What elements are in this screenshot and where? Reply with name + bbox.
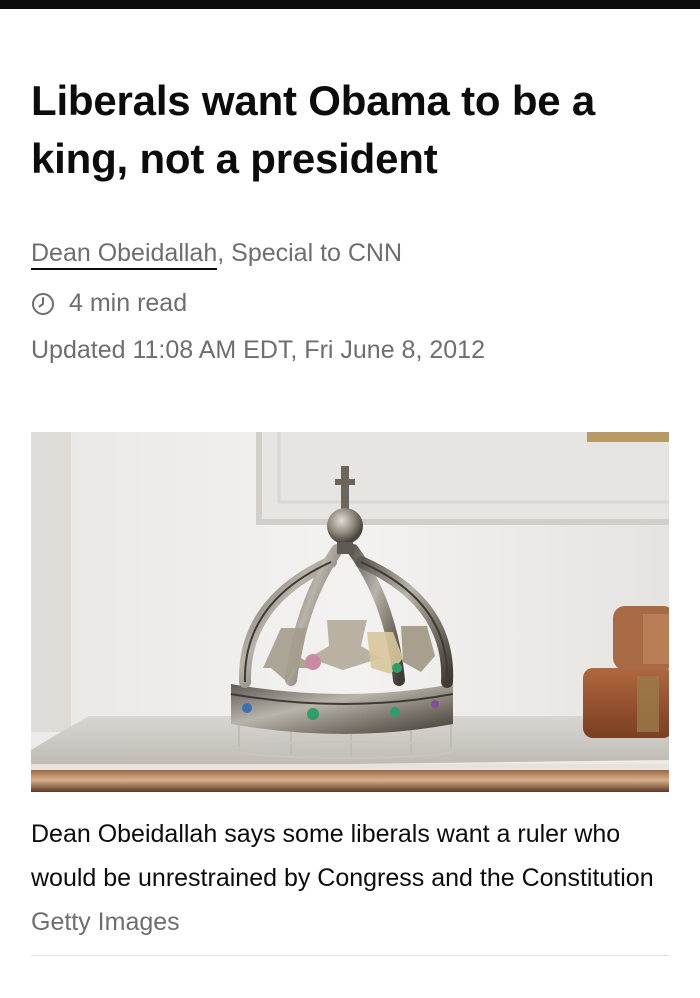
- read-time-label: 4 min read: [69, 289, 188, 317]
- photo-credit: Getty Images: [31, 908, 180, 936]
- divider: [31, 955, 669, 956]
- author-link[interactable]: Dean Obeidallah: [31, 239, 218, 270]
- top-bar: [0, 0, 700, 9]
- article-photo[interactable]: [31, 432, 669, 792]
- byline: Dean Obeidallah, Special to CNN: [31, 236, 402, 270]
- caption-text: Dean Obeidallah says some liberals want …: [31, 820, 654, 892]
- article-headline: Liberals want Obama to be a king, not a …: [31, 77, 596, 182]
- updated-timestamp: Updated 11:08 AM EDT, Fri June 8, 2012: [31, 336, 485, 364]
- crown-photo: [31, 432, 669, 792]
- read-time: 4 min read: [31, 286, 187, 320]
- clock-icon: [31, 291, 55, 315]
- photo-caption: Dean Obeidallah says some liberals want …: [31, 812, 671, 944]
- byline-suffix: , Special to CNN: [217, 239, 403, 267]
